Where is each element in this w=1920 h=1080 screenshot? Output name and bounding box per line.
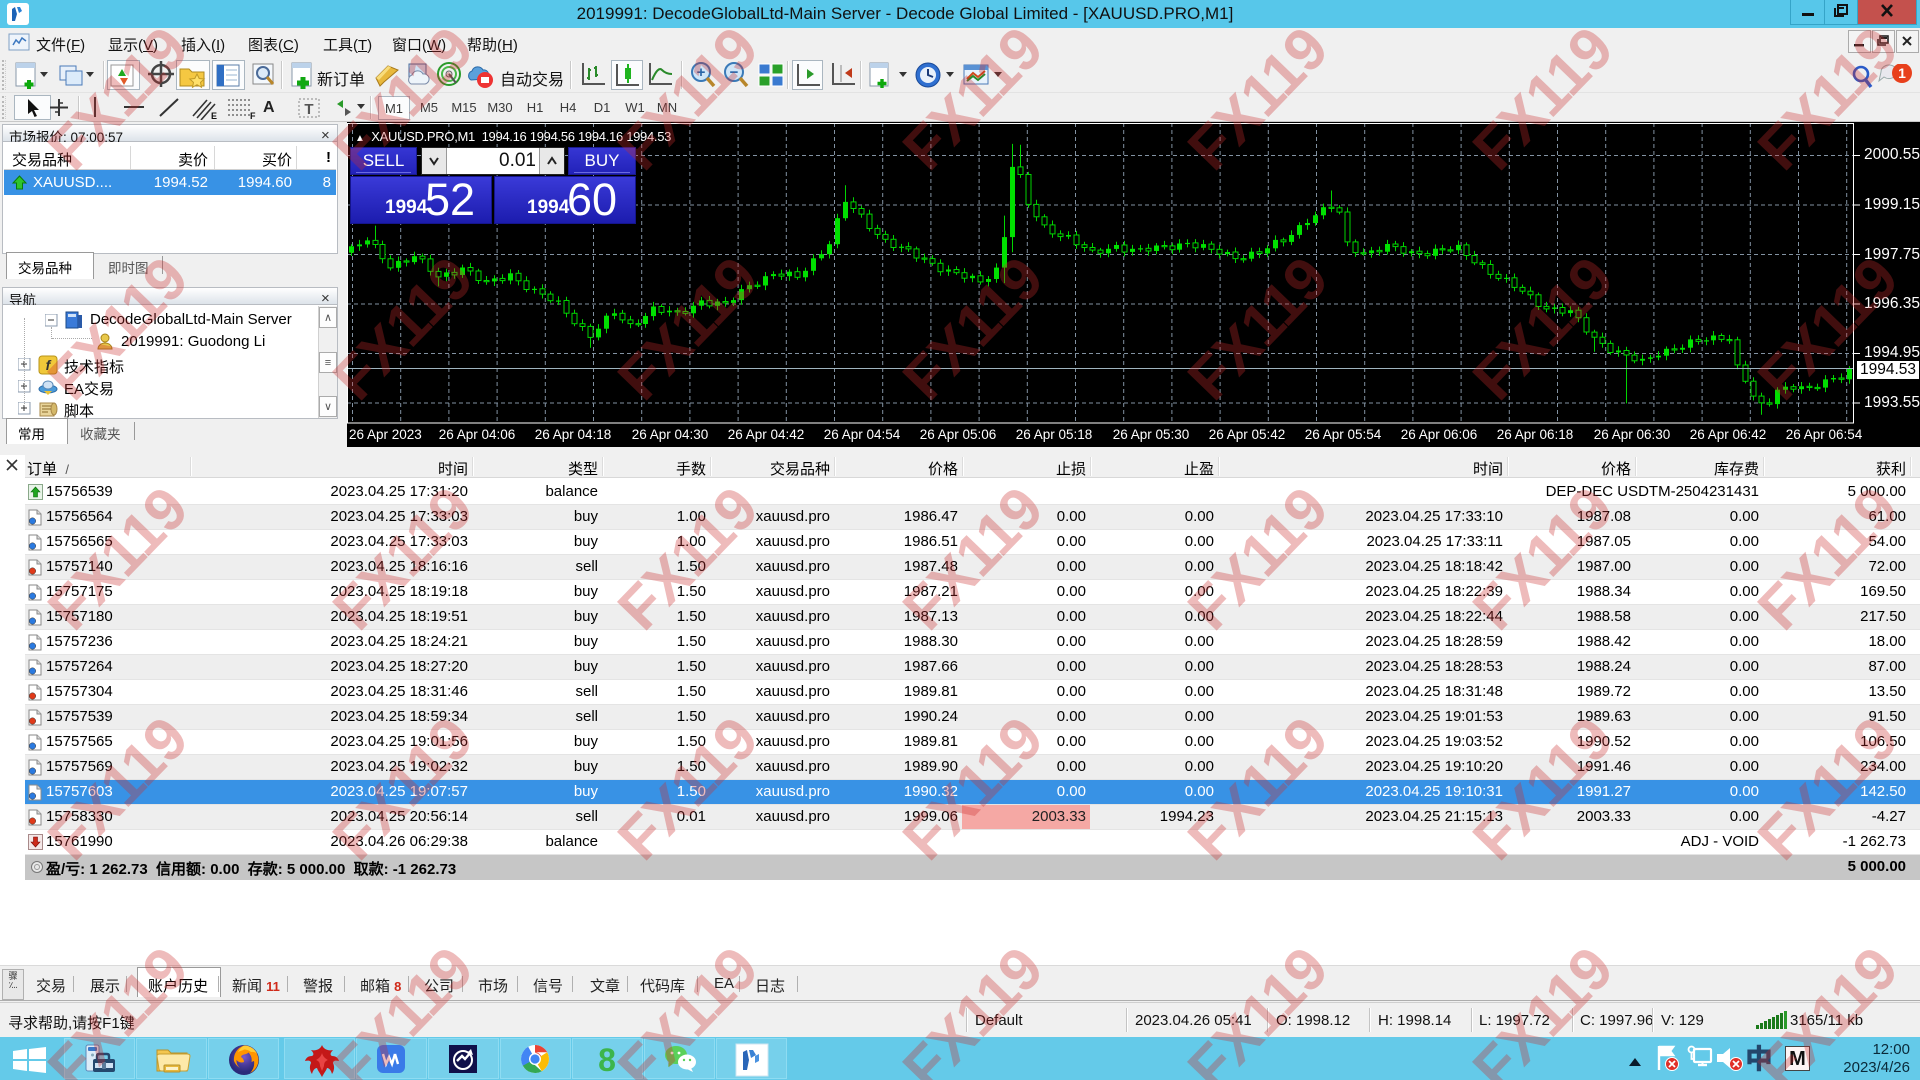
svg-text:+: + <box>697 64 706 81</box>
svg-text:8: 8 <box>598 1043 616 1075</box>
svg-text:中: 中 <box>1746 1044 1772 1074</box>
svg-text:1: 1 <box>1898 65 1906 81</box>
svg-text:−: − <box>730 64 739 81</box>
svg-text:F: F <box>250 111 256 120</box>
svg-text:T: T <box>304 101 313 118</box>
svg-text:E: E <box>211 111 217 120</box>
